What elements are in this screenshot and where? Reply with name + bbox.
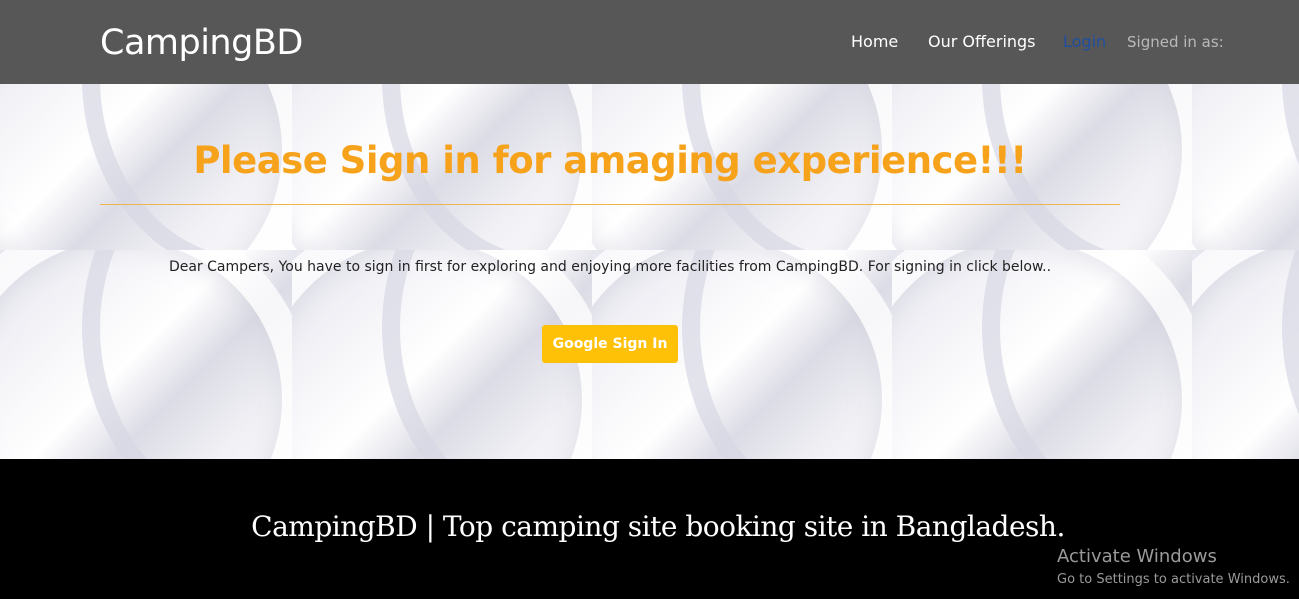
background-pattern-tile (0, 250, 292, 459)
signin-section: Please Sign in for amaging experience!!!… (0, 84, 1299, 459)
background-pattern-tile (892, 250, 1192, 459)
activation-subtitle: Go to Settings to activate Windows. (1057, 572, 1290, 587)
footer: CampingBD | Top camping site booking sit… (0, 459, 1299, 599)
navbar: CampingBD Home Our Offerings Login Signe… (0, 0, 1299, 84)
page-title: Please Sign in for amaging experience!!! (193, 139, 1027, 182)
nav-links: Home Our Offerings Login Signed in as: (0, 30, 1299, 54)
footer-text: CampingBD | Top camping site booking sit… (251, 510, 1065, 543)
title-divider (100, 204, 1120, 205)
background-pattern-tile (1192, 250, 1299, 459)
windows-activation-watermark: Activate Windows Go to Settings to activ… (1057, 545, 1290, 589)
signin-message: Dear Campers, You have to sign in first … (168, 259, 1052, 275)
activation-title: Activate Windows (1057, 546, 1217, 567)
google-signin-button[interactable]: Google Sign In (542, 325, 678, 363)
signed-in-label: Signed in as: (1127, 33, 1224, 51)
nav-login-link[interactable]: Login (1063, 30, 1106, 54)
nav-home-link[interactable]: Home (851, 30, 898, 54)
nav-offerings-link[interactable]: Our Offerings (928, 30, 1036, 54)
